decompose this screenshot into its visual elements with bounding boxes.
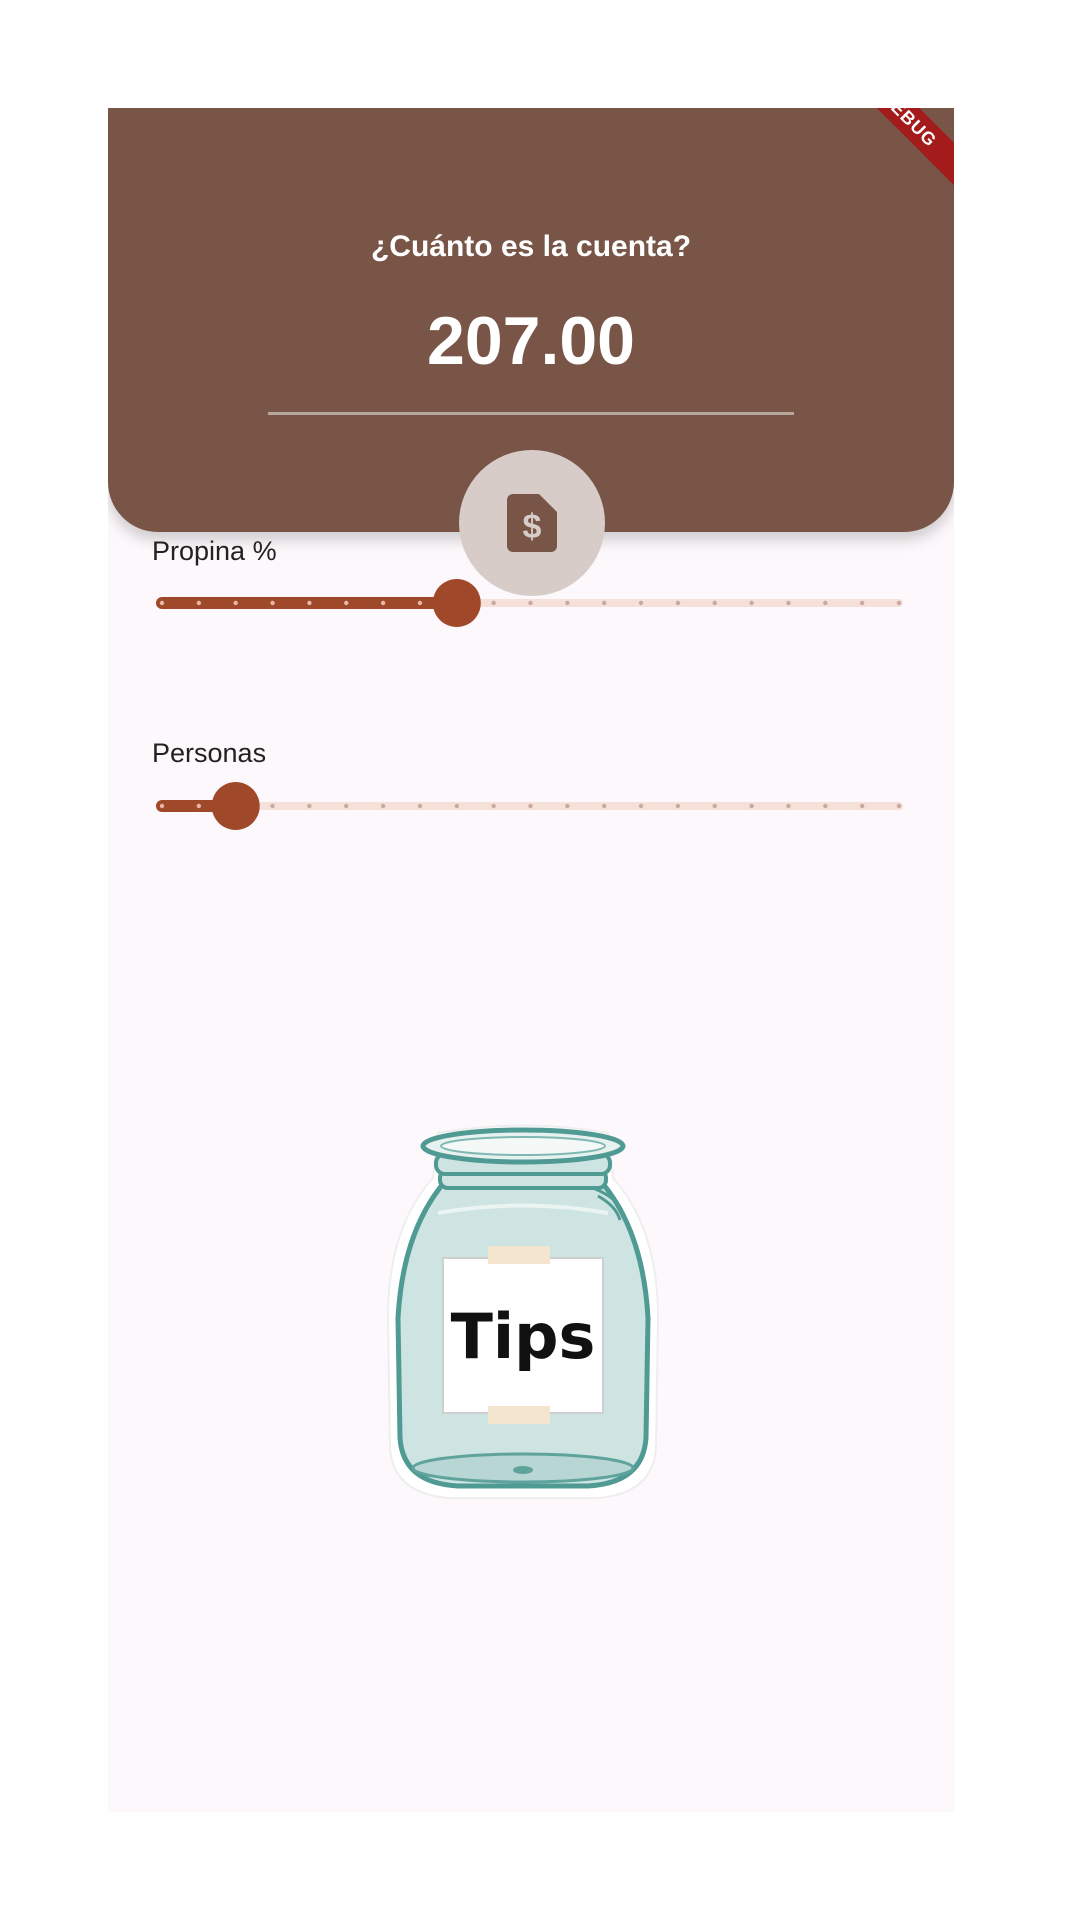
- tip-slider-label: Propina %: [152, 536, 277, 566]
- people-slider-tick-mark: [454, 803, 459, 809]
- tip-slider-tick-mark: [638, 600, 644, 606]
- tip-slider-thumb[interactable]: [432, 579, 481, 627]
- jar-label-text: Tips: [451, 1300, 596, 1373]
- tips-jar-image: Tips: [378, 1118, 668, 1503]
- people-slider-tick-mark: [786, 803, 791, 809]
- tip-slider-tick-mark: [786, 600, 791, 606]
- tip-slider-tick-mark: [823, 600, 828, 606]
- people-slider-tick-mark: [344, 803, 349, 809]
- people-slider-tick-mark: [380, 803, 386, 809]
- people-slider-tick-mark: [859, 803, 865, 809]
- tip-slider-tick-mark: [565, 600, 570, 606]
- tip-slider-tick-mark: [270, 600, 275, 606]
- people-slider-tick-mark: [675, 803, 681, 809]
- tip-slider-tick-mark: [896, 600, 902, 606]
- people-slider-tick-mark: [638, 803, 644, 809]
- svg-text:$: $: [523, 508, 542, 546]
- tip-slider-tick-mark: [491, 600, 496, 606]
- tip-slider-tick-mark: [712, 600, 717, 606]
- amount-underline: [268, 412, 794, 415]
- tip-slider-tick-mark: [528, 600, 533, 606]
- people-slider-tick-mark: [491, 803, 496, 809]
- tip-slider-tick-mark: [749, 600, 754, 606]
- people-slider-track: [156, 782, 903, 830]
- receipt-dollar-icon: $: [507, 494, 557, 552]
- tip-slider-tick-mark: [675, 600, 681, 606]
- tip-slider-track: [156, 579, 903, 627]
- app-screen: DEBUG ¿Cuánto es la cuenta? $ Propina % …: [108, 108, 954, 1812]
- tip-slider-tick-mark: [196, 600, 202, 606]
- tip-slider-tick-mark: [344, 600, 349, 606]
- people-slider-tick-mark: [749, 803, 754, 809]
- tip-slider-tick-mark: [380, 600, 386, 606]
- people-slider-tick-mark: [712, 803, 717, 809]
- debug-banner: DEBUG: [838, 108, 954, 190]
- people-slider-tick-mark: [528, 803, 533, 809]
- bill-amount-input[interactable]: [268, 303, 794, 378]
- tip-slider-tick-mark: [307, 600, 312, 606]
- people-slider-tick-mark: [196, 803, 202, 809]
- people-slider[interactable]: [152, 776, 909, 836]
- people-slider-tick-mark: [565, 803, 570, 809]
- tip-slider-tick-mark: [233, 600, 238, 606]
- people-slider-tick-mark: [823, 803, 828, 809]
- people-slider-label: Personas: [152, 738, 267, 768]
- people-slider-tick-mark: [307, 803, 312, 809]
- tip-slider-tick-mark: [602, 600, 607, 606]
- people-slider-tick-mark: [159, 803, 165, 809]
- people-slider-tick-mark: [270, 803, 275, 809]
- tip-slider-tick-mark: [159, 600, 165, 606]
- people-slider-tick-mark: [896, 803, 902, 809]
- tip-slider[interactable]: [152, 573, 909, 633]
- tip-slider-tick-mark: [417, 600, 423, 606]
- tip-slider-tick-mark: [859, 600, 865, 606]
- people-slider-tick-mark: [417, 803, 423, 809]
- people-slider-thumb[interactable]: [211, 782, 260, 830]
- people-slider-tick-mark: [602, 803, 607, 809]
- bill-question-title: ¿Cuánto es la cuenta?: [370, 230, 692, 263]
